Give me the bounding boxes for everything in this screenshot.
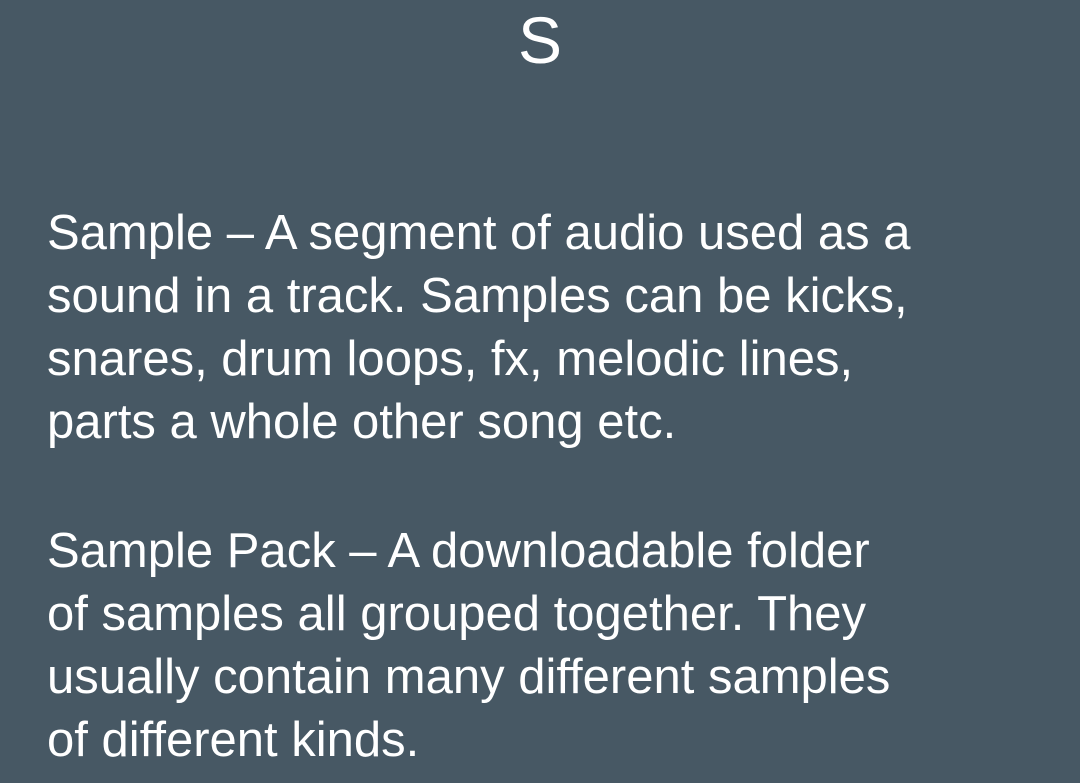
- definition-line: Sample – A segment of audio used as a: [47, 206, 911, 260]
- definition-line: of samples all grouped together. They: [47, 587, 867, 641]
- definition-line: of different kinds.: [47, 713, 420, 767]
- definition-line: sound in a track. Samples can be kicks,: [47, 269, 908, 323]
- definition-sample: Sample – A segment of audio used as a so…: [47, 202, 1047, 454]
- definition-line: snares, drum loops, fx, melodic lines,: [47, 332, 854, 386]
- glossary-screen: S Sample – A segment of audio used as a …: [0, 0, 1080, 783]
- definition-sample-pack: Sample Pack – A downloadable folder of s…: [47, 520, 1047, 772]
- definition-line: usually contain many different samples: [47, 650, 891, 704]
- definition-line: Sample Pack – A downloadable folder: [47, 524, 870, 578]
- section-letter-heading: S: [517, 3, 563, 77]
- definition-line: parts a whole other song etc.: [47, 395, 677, 449]
